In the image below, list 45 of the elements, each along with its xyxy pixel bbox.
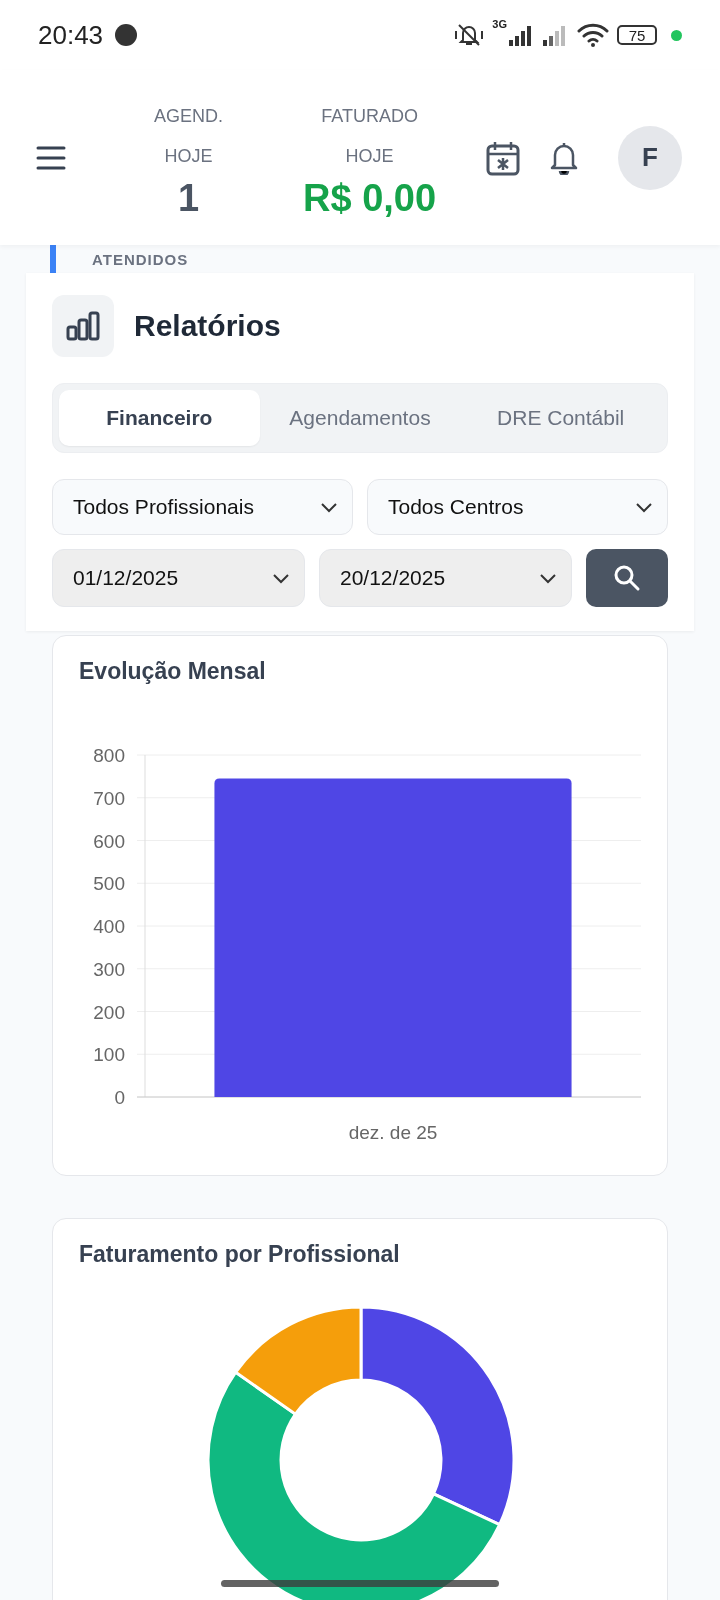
muted-bell-icon	[454, 22, 485, 48]
chart-title: Faturamento por Profissional	[79, 1241, 400, 1268]
battery-icon: 75	[617, 25, 657, 45]
axis-tick-label: 400	[93, 916, 125, 937]
stat-label: ATENDIDOS	[92, 251, 189, 268]
chevron-down-icon	[320, 501, 338, 513]
page-title: Relatórios	[134, 309, 281, 343]
axis-category-label: dez. de 25	[348, 1122, 438, 1143]
stat-value: R$ 0,00	[303, 175, 437, 220]
chevron-down-icon	[539, 572, 557, 584]
filter-dropdown[interactable]: Todos Centros	[367, 479, 668, 535]
tab[interactable]: Financeiro	[59, 390, 260, 446]
stat-label: HOJE	[345, 144, 394, 168]
tab[interactable]: Agendamentos	[259, 390, 461, 446]
date-dropdown[interactable]: 20/12/2025	[319, 549, 572, 607]
recording-dot-icon	[115, 24, 138, 46]
stat-label: FATURADO	[321, 104, 418, 128]
chevron-down-icon	[272, 572, 290, 584]
stat-label: AGEND.	[154, 104, 223, 128]
wifi-icon	[577, 23, 609, 47]
axis-tick-label: 200	[93, 1001, 125, 1023]
search-button[interactable]	[586, 549, 668, 607]
network-type-label: 3G	[492, 18, 507, 30]
stat-label: HOJE	[164, 144, 213, 168]
axis-tick-label: 600	[93, 830, 125, 852]
privacy-dot-icon	[671, 29, 682, 41]
axis-tick-label: 100	[93, 1044, 125, 1066]
status-time: 20:43	[38, 19, 104, 51]
filter-dropdown[interactable]: Todos Profissionais	[52, 479, 353, 535]
tab[interactable]: DRE Contábil	[460, 390, 661, 446]
axis-tick-label: 300	[93, 958, 125, 980]
axis-tick-label: 700	[93, 787, 125, 809]
axis-tick-label: 500	[93, 873, 125, 895]
chart-title: Evolução Mensal	[79, 658, 266, 685]
chevron-down-icon	[635, 501, 653, 513]
search-icon	[613, 564, 641, 592]
report-icon	[52, 295, 114, 357]
notifications-button[interactable]	[548, 140, 580, 175]
stat-value: 1	[177, 175, 200, 220]
user-avatar[interactable]: F	[618, 125, 682, 190]
axis-tick-label: 800	[93, 745, 125, 766]
calendar-button[interactable]	[486, 139, 520, 176]
axis-tick-label: 0	[114, 1087, 125, 1108]
menu-button[interactable]	[36, 145, 66, 170]
date-dropdown[interactable]: 01/12/2025	[52, 549, 305, 607]
